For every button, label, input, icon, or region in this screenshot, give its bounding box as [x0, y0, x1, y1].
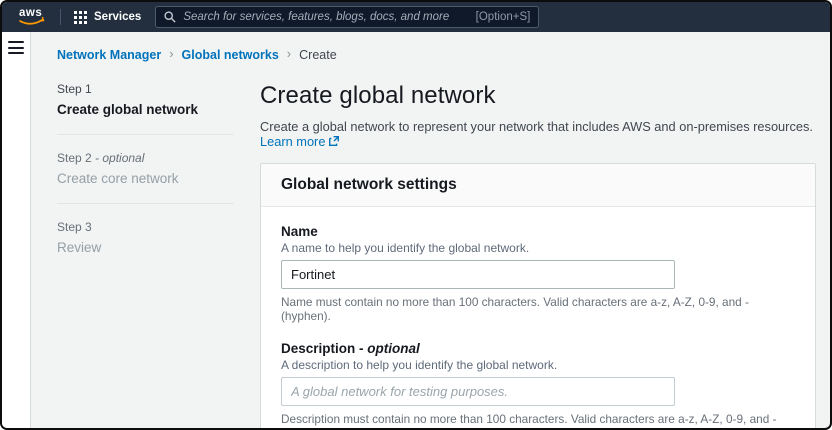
description-help-text: A description to help you identify the g… — [281, 358, 795, 372]
breadcrumb: Network Manager › Global networks › Crea… — [57, 32, 816, 62]
side-nav-strip — [2, 32, 31, 428]
name-field-group: Name A name to help you identify the glo… — [281, 224, 795, 323]
step-2-label: Step 2 - optional — [57, 151, 234, 165]
step-2-title: Create core network — [57, 171, 234, 186]
search-shortcut-hint: [Option+S] — [476, 11, 531, 23]
aws-logo-text: aws — [19, 7, 42, 19]
steps-divider — [57, 134, 234, 135]
breadcrumb-link-network-manager[interactable]: Network Manager — [57, 48, 161, 62]
topbar-divider — [60, 9, 61, 25]
learn-more-link[interactable]: Learn more — [260, 134, 340, 149]
app-window: aws Services Search for services, — [0, 0, 832, 430]
description-field-group: Description - optional A description to … — [281, 341, 795, 428]
panel-body: Name A name to help you identify the glo… — [261, 207, 815, 428]
wizard-step-1: Step 1 Create global network — [57, 82, 234, 117]
global-network-settings-panel: Global network settings Name A name to h… — [260, 163, 816, 428]
wizard-step-3: Step 3 Review — [57, 220, 234, 255]
description-input[interactable] — [281, 377, 675, 406]
search-icon — [164, 11, 176, 23]
page-title: Create global network — [260, 82, 816, 110]
steps-divider — [57, 203, 234, 204]
breadcrumb-current: Create — [299, 48, 337, 62]
breadcrumb-link-global-networks[interactable]: Global networks — [182, 48, 279, 62]
page-description: Create a global network to represent you… — [260, 119, 816, 149]
step-3-title: Review — [57, 240, 234, 255]
wizard-steps-nav: Step 1 Create global network Step 2 - op… — [57, 82, 234, 428]
step-3-label: Step 3 — [57, 220, 234, 234]
aws-logo[interactable]: aws — [17, 7, 47, 27]
panel-title: Global network settings — [261, 164, 815, 207]
description-label: Description - optional — [281, 341, 795, 356]
name-help-text: A name to help you identify the global n… — [281, 241, 795, 255]
services-label: Services — [94, 11, 141, 23]
description-constraint-text: Description must contain no more than 10… — [281, 412, 795, 428]
hamburger-menu-icon[interactable] — [8, 41, 24, 54]
global-search-input[interactable]: Search for services, features, blogs, do… — [155, 6, 539, 28]
chevron-right-icon: › — [287, 46, 291, 61]
name-input[interactable] — [281, 260, 675, 289]
search-placeholder: Search for services, features, blogs, do… — [183, 11, 468, 23]
topbar: aws Services Search for services, — [2, 2, 830, 32]
content-column: Create global network Create a global ne… — [260, 82, 816, 428]
step-1-label: Step 1 — [57, 82, 234, 96]
name-label: Name — [281, 224, 795, 239]
chevron-right-icon: › — [169, 46, 173, 61]
external-link-icon — [328, 135, 340, 147]
main-area: Network Manager › Global networks › Crea… — [31, 32, 830, 428]
services-menu-button[interactable]: Services — [74, 11, 141, 24]
grid-icon — [74, 11, 87, 24]
name-constraint-text: Name must contain no more than 100 chara… — [281, 295, 795, 323]
wizard-step-2: Step 2 - optional Create core network — [57, 151, 234, 186]
step-1-title[interactable]: Create global network — [57, 102, 234, 117]
